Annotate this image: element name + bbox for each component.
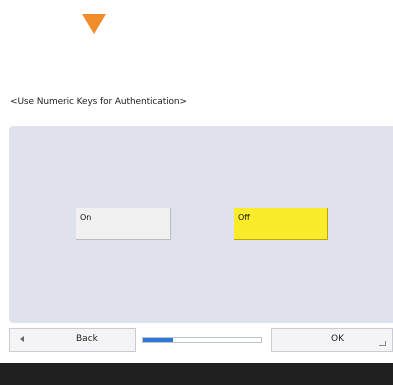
screen-title: <Use Numeric Keys for Authentication> (10, 97, 187, 107)
ok-button-label: OK (331, 334, 344, 344)
off-button-label: Off (238, 213, 250, 222)
back-button-label: Back (76, 334, 98, 344)
progress-bar (142, 337, 262, 343)
footer-strip (0, 363, 393, 385)
progress-fill (143, 338, 173, 342)
back-button[interactable]: Back (9, 328, 136, 352)
on-button[interactable]: On (76, 208, 171, 240)
off-button[interactable]: Off (234, 208, 328, 240)
bottom-bar: Back OK (9, 328, 393, 352)
back-arrow-icon (20, 336, 24, 342)
options-panel (9, 126, 393, 323)
on-button-label: On (80, 213, 92, 222)
ok-button[interactable]: OK (271, 328, 393, 352)
enter-icon (379, 341, 386, 346)
arrow-down-icon (82, 14, 106, 34)
